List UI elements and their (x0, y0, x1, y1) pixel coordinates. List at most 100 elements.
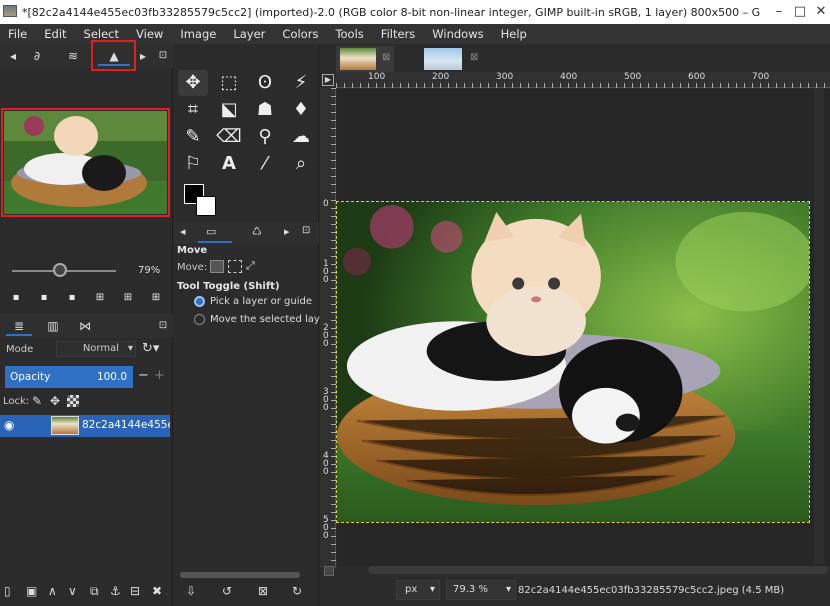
text-tool-icon[interactable]: A (214, 151, 244, 177)
lasso-icon[interactable]: ʘ (250, 70, 280, 96)
fuzzy-select-icon[interactable]: ⚡ (286, 70, 316, 96)
tool-options-tab-icon[interactable]: ▭ (206, 225, 216, 238)
zoom-select[interactable]: 79.3 % ▾ (446, 580, 516, 600)
raise-layer-icon[interactable]: ∧ (48, 584, 57, 598)
minimize-button[interactable]: – (770, 3, 788, 21)
zoom-slider-knob[interactable] (53, 263, 67, 277)
configure-tab-icon[interactable]: ⊡ (154, 318, 172, 334)
image-tab-thumbnail (340, 48, 376, 70)
reset-icon[interactable]: ↻ (292, 584, 302, 598)
eraser-icon[interactable]: ⌫ (214, 124, 244, 150)
layers-tab-icon[interactable]: ≣ (10, 318, 28, 334)
opacity-slider[interactable]: Opacity 100.0 (5, 366, 133, 388)
option-pick-layer[interactable]: Pick a layer or guide (210, 296, 312, 307)
radio-pick-layer[interactable] (194, 296, 205, 307)
configure-tab-icon[interactable]: ⊡ (302, 225, 310, 236)
close-icon[interactable]: ⊠ (382, 52, 390, 63)
anchor-layer-icon[interactable]: ⚓ (110, 584, 121, 598)
zoom-tool-icon[interactable]: ⌕ (286, 151, 316, 177)
close-button[interactable]: ✕ (812, 3, 830, 21)
path-icon[interactable]: ⚐ (178, 151, 208, 177)
navigator-image (4, 111, 167, 214)
menu-image[interactable]: Image (180, 27, 216, 41)
mode-select[interactable]: Normal ▾ (56, 341, 136, 357)
fit-image-icon[interactable]: ⊞ (94, 292, 106, 304)
vertical-scrollbar[interactable] (814, 88, 824, 564)
tool-options-scrollbar[interactable] (180, 572, 300, 578)
menu-windows[interactable]: Windows (432, 27, 483, 41)
new-layer-icon[interactable]: ▯ (4, 584, 11, 598)
move-tool-icon[interactable]: ✥ (178, 70, 208, 96)
plus-icon[interactable]: + (154, 368, 165, 383)
shrink-wrap-icon[interactable]: ⊞ (150, 292, 162, 304)
duplicate-layer-icon[interactable]: ⧉ (90, 584, 99, 599)
delete-preset-icon[interactable]: ⊠ (258, 584, 268, 598)
configure-tab-icon[interactable]: ⊡ (154, 48, 172, 64)
radio-move-selected[interactable] (194, 314, 205, 325)
maximize-button[interactable]: □ (791, 3, 809, 21)
channels-tab-icon[interactable]: ▥ (44, 318, 62, 334)
horizontal-scrollbar[interactable] (368, 566, 828, 574)
paintbrush-icon[interactable]: ✎ (178, 124, 208, 150)
unit-select[interactable]: px ▾ (396, 580, 440, 600)
minus-icon[interactable]: − (138, 368, 149, 383)
menu-layer[interactable]: Layer (233, 27, 265, 41)
toolbox: ✥ ⬚ ʘ ⚡ ⌗ ⬕ ☗ ♦ ✎ ⌫ ⚲ ☁ ⚐ A ⁄ ⌕ ◂ ▭ ♺ ▸ … (174, 44, 326, 606)
color-picker-icon[interactable]: ⁄ (250, 151, 280, 177)
menu-edit[interactable]: Edit (44, 27, 66, 41)
image-tab-2[interactable]: ⊠ (422, 46, 480, 74)
fill-window-icon[interactable]: ⊞ (122, 292, 134, 304)
new-group-icon[interactable]: ▣ (26, 584, 37, 598)
menu-filters[interactable]: Filters (381, 27, 415, 41)
navigator-preview[interactable] (4, 111, 167, 214)
warp-transform-icon[interactable]: ☗ (250, 97, 280, 123)
layer-name[interactable]: 82c2a4144e455e (82, 419, 170, 431)
undo-history-icon[interactable]: ∂ (28, 48, 46, 64)
move-selection-mode-icon[interactable] (228, 260, 242, 273)
unified-transform-icon[interactable]: ⬕ (214, 97, 244, 123)
lock-alpha-icon[interactable] (67, 395, 79, 407)
device-status-tab-icon[interactable]: ♺ (252, 225, 262, 238)
option-move-selected[interactable]: Move the selected laye (210, 314, 326, 325)
save-preset-icon[interactable]: ⇩ (186, 584, 196, 598)
lock-position-icon[interactable]: ✥ (50, 394, 60, 408)
background-color-swatch[interactable] (196, 196, 216, 216)
zoom-out-icon[interactable]: ▪ (10, 292, 22, 304)
smudge-icon[interactable]: ☁ (286, 124, 316, 150)
chevron-left-icon[interactable]: ◂ (4, 48, 22, 64)
move-layer-mode-icon[interactable] (210, 260, 224, 273)
crop-icon[interactable]: ⌗ (178, 97, 208, 123)
lower-layer-icon[interactable]: ∨ (68, 584, 77, 598)
chevron-right-icon[interactable]: ▸ (134, 48, 152, 64)
lock-pixels-icon[interactable]: ✎ (32, 394, 42, 408)
chevron-left-icon[interactable]: ◂ (180, 225, 186, 238)
menu-select[interactable]: Select (84, 27, 119, 41)
layer-row[interactable]: ◉ 82c2a4144e455e (0, 415, 170, 437)
quick-mask-corner-icon[interactable]: ▶ (322, 74, 334, 86)
image-canvas[interactable] (336, 201, 810, 523)
mask-icon[interactable]: ⊟ (130, 584, 140, 598)
menu-colors[interactable]: Colors (282, 27, 318, 41)
zoom-in-icon[interactable]: ▪ (38, 292, 50, 304)
image-tab-active[interactable]: ⊠ (336, 46, 394, 74)
delete-layer-icon[interactable]: ✖ (152, 584, 162, 598)
close-icon[interactable]: ⊠ (470, 52, 478, 63)
paths-tab-icon[interactable]: ⋈ (76, 318, 94, 334)
eye-icon[interactable]: ◉ (4, 418, 14, 432)
menu-help[interactable]: Help (501, 27, 527, 41)
menu-view[interactable]: View (136, 27, 163, 41)
menu-tools[interactable]: Tools (335, 27, 363, 41)
bucket-fill-icon[interactable]: ♦ (286, 97, 316, 123)
move-path-mode-icon[interactable]: ⤢ (246, 259, 255, 273)
composite-mode-icon[interactable]: ↻▾ (142, 341, 159, 356)
zoom-1to1-icon[interactable]: ▪ (66, 292, 78, 304)
restore-preset-icon[interactable]: ↺ (222, 584, 232, 598)
menu-file[interactable]: File (8, 27, 27, 41)
chevron-right-icon[interactable]: ▸ (284, 225, 290, 238)
layer-thumbnail (51, 416, 79, 435)
clone-icon[interactable]: ⚲ (250, 124, 280, 150)
navigate-corner-icon[interactable] (324, 566, 334, 576)
stack-icon[interactable]: ≋ (64, 48, 82, 64)
rect-select-icon[interactable]: ⬚ (214, 70, 244, 96)
vertical-ruler: 0 1 0 0 2 0 0 3 0 0 4 0 0 5 0 0 (320, 88, 336, 568)
